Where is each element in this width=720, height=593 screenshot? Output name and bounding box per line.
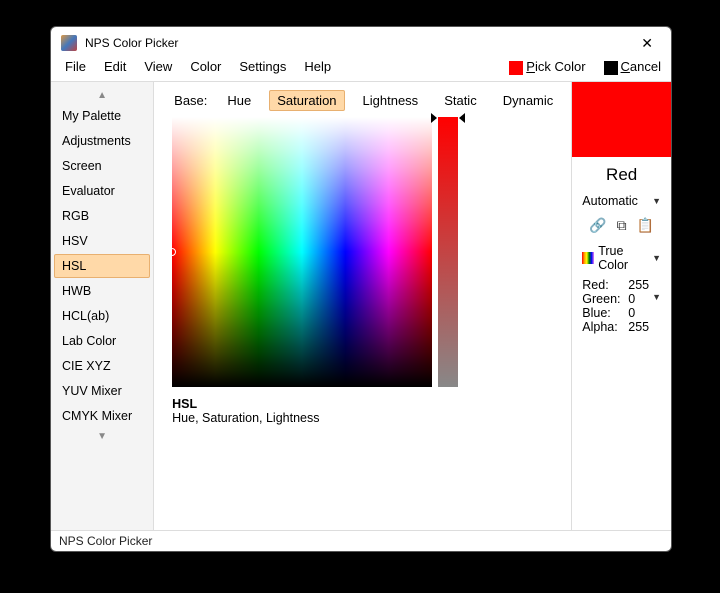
sidebar-item-evaluator[interactable]: Evaluator — [54, 179, 150, 203]
mode-dropdown[interactable]: Automatic ▼ — [572, 191, 671, 211]
pick-color-button[interactable]: Pick Color — [509, 59, 585, 75]
base-tabs: Base: Hue Saturation Lightness Static Dynami… — [172, 90, 561, 111]
channel-values[interactable]: Red:255 Green:0▼ Blue:0 Alpha:255 — [572, 276, 671, 336]
color-gradient[interactable] — [172, 117, 432, 387]
scroll-up-icon[interactable]: ▲ — [51, 88, 153, 103]
menubar: File Edit View Color Settings Help Pick … — [51, 59, 671, 81]
sidebar-item-my-palette[interactable]: My Palette — [54, 104, 150, 128]
chevron-down-icon: ▼ — [652, 253, 661, 263]
chevron-down-icon: ▼ — [652, 196, 661, 206]
menu-settings[interactable]: Settings — [239, 59, 286, 74]
sidebar-item-hwb[interactable]: HWB — [54, 279, 150, 303]
tab-lightness[interactable]: Lightness — [355, 90, 427, 111]
app-icon — [61, 35, 77, 51]
desc-sub: Hue, Saturation, Lightness — [172, 411, 561, 425]
chevron-down-icon: ▼ — [652, 292, 661, 306]
window-title: NPS Color Picker — [85, 36, 633, 50]
link-icon[interactable]: 🔗 — [589, 217, 606, 234]
cancel-swatch — [604, 61, 618, 75]
menu-file[interactable]: File — [65, 59, 86, 74]
center-panel: Base: Hue Saturation Lightness Static Dynami… — [154, 82, 571, 530]
tab-saturation[interactable]: Saturation — [269, 90, 344, 111]
colorspace-dropdown[interactable]: True Color ▼ — [572, 240, 671, 276]
sidebar-item-cie-xyz[interactable]: CIE XYZ — [54, 354, 150, 378]
menu-view[interactable]: View — [144, 59, 172, 74]
gradient-area — [172, 117, 561, 387]
right-panel: Red Automatic ▼ 🔗 ⧉ 📋 True Color ▼ Red:2… — [571, 82, 671, 530]
sidebar-item-cmyk-mixer[interactable]: CMYK Mixer — [54, 404, 150, 428]
sidebar-item-yuv-mixer[interactable]: YUV Mixer — [54, 379, 150, 403]
sidebar-item-hcl-ab-[interactable]: HCL(ab) — [54, 304, 150, 328]
scroll-down-icon[interactable]: ▼ — [51, 429, 153, 444]
menu-edit[interactable]: Edit — [104, 59, 126, 74]
titlebar: NPS Color Picker ✕ — [51, 27, 671, 59]
slider-marker-right-icon — [459, 113, 465, 123]
colorspace-icon — [582, 252, 594, 264]
tab-static[interactable]: Static — [436, 90, 485, 111]
saturation-slider[interactable] — [438, 117, 458, 387]
desc-title: HSL — [172, 397, 561, 411]
close-icon[interactable]: ✕ — [633, 31, 661, 56]
color-preview — [572, 82, 671, 157]
base-label: Base: — [172, 90, 209, 111]
color-name: Red — [572, 157, 671, 191]
app-window: NPS Color Picker ✕ File Edit View Color … — [50, 26, 672, 552]
cancel-button[interactable]: Cancel — [604, 59, 661, 75]
tab-hue[interactable]: Hue — [219, 90, 259, 111]
tab-dynamic[interactable]: Dynamic — [495, 90, 562, 111]
pick-swatch — [509, 61, 523, 75]
gradient-cursor[interactable] — [168, 248, 176, 256]
sidebar-item-hsl[interactable]: HSL — [54, 254, 150, 278]
sidebar-item-rgb[interactable]: RGB — [54, 204, 150, 228]
menu-help[interactable]: Help — [304, 59, 331, 74]
sidebar: ▲ My PaletteAdjustmentsScreenEvaluatorRG… — [51, 82, 154, 530]
mode-description: HSL Hue, Saturation, Lightness — [172, 397, 561, 425]
status-bar: NPS Color Picker — [51, 530, 671, 551]
slider-marker-left-icon — [431, 113, 437, 123]
copy-icon[interactable]: ⧉ — [617, 217, 627, 234]
body: ▲ My PaletteAdjustmentsScreenEvaluatorRG… — [51, 81, 671, 530]
menu-color[interactable]: Color — [190, 59, 221, 74]
sidebar-item-adjustments[interactable]: Adjustments — [54, 129, 150, 153]
sidebar-item-hsv[interactable]: HSV — [54, 229, 150, 253]
paste-icon[interactable]: 📋 — [637, 217, 654, 234]
sidebar-item-lab-color[interactable]: Lab Color — [54, 329, 150, 353]
sidebar-item-screen[interactable]: Screen — [54, 154, 150, 178]
